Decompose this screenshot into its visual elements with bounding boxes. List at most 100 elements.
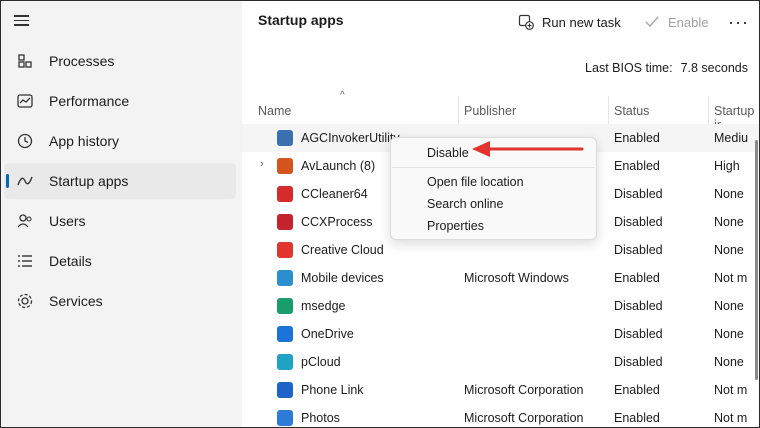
menu-item-search-online[interactable]: Search online (427, 197, 503, 211)
sort-ascending-icon[interactable]: ^ (340, 90, 345, 101)
row-startup-impact: Not m (714, 411, 748, 425)
row-name: Phone Link (301, 383, 364, 397)
row-name: msedge (301, 299, 346, 313)
app-icon (277, 270, 293, 286)
sidebar-item-label: Startup apps (49, 173, 129, 189)
row-publisher: Microsoft Corporation (464, 411, 584, 425)
row-status: Enabled (614, 271, 660, 285)
row-name: AvLaunch (8) (301, 159, 376, 173)
sidebar-item-details[interactable]: Details (4, 243, 236, 279)
row-startup-impact: None (714, 299, 744, 313)
startup-apps-icon (17, 176, 33, 186)
row-startup-impact: High (714, 159, 740, 173)
app-icon (277, 326, 293, 342)
annotation-arrow-icon (472, 141, 584, 157)
app-icon (277, 214, 293, 230)
app-icon (277, 158, 293, 174)
row-status: Disabled (614, 187, 663, 201)
app-icon (277, 410, 293, 426)
row-name: Photos (301, 411, 340, 425)
sidebar: Processes Performance App history Startu… (0, 0, 242, 428)
menu-item-properties[interactable]: Properties (427, 219, 484, 233)
row-startup-impact: Mediu (714, 131, 749, 145)
row-startup-impact: Not m (714, 383, 748, 397)
processes-icon (18, 54, 32, 68)
sidebar-item-label: Details (49, 253, 92, 269)
column-divider[interactable] (458, 96, 459, 124)
row-startup-impact: None (714, 327, 744, 341)
row-publisher: Microsoft Windows (464, 271, 569, 285)
more-options-button[interactable]: ··· (728, 10, 749, 34)
app-icon (277, 186, 293, 202)
sidebar-item-label: App history (49, 133, 120, 149)
row-startup-impact: None (714, 355, 744, 369)
sidebar-item-performance[interactable]: Performance (4, 83, 236, 119)
menu-item-open-file-location[interactable]: Open file location (427, 175, 524, 189)
run-task-icon (518, 14, 534, 30)
row-name: pCloud (301, 355, 341, 369)
users-icon (17, 214, 32, 228)
expand-chevron-icon[interactable]: › (260, 158, 264, 170)
row-publisher: Microsoft Corporation (464, 383, 584, 397)
sidebar-item-processes[interactable]: Processes (4, 43, 236, 79)
app-history-icon (17, 133, 33, 149)
row-startup-impact: None (714, 215, 744, 229)
enable-button[interactable]: Enable (644, 10, 708, 34)
menu-divider (392, 167, 595, 168)
row-name: CCleaner64 (301, 187, 368, 201)
table-header: ^ Name Publisher Status Startup ir (242, 90, 760, 132)
bios-value: 7.8 seconds (680, 61, 748, 75)
app-icon (277, 298, 293, 314)
enable-label: Enable (668, 14, 709, 30)
sidebar-item-label: Performance (49, 93, 130, 109)
column-divider[interactable] (608, 96, 609, 124)
row-status: Disabled (614, 299, 663, 313)
scrollbar[interactable] (755, 140, 758, 380)
hamburger-menu-icon[interactable] (14, 12, 34, 28)
details-icon (18, 255, 32, 267)
column-publisher[interactable]: Publisher (464, 104, 516, 118)
sidebar-item-app-history[interactable]: App history (4, 123, 236, 159)
page-title: Startup apps (258, 12, 344, 28)
column-divider[interactable] (708, 96, 709, 124)
row-startup-impact: None (714, 243, 744, 257)
services-icon (17, 293, 33, 309)
sidebar-item-users[interactable]: Users (4, 203, 236, 239)
row-name: CCXProcess (301, 215, 373, 229)
column-status[interactable]: Status (614, 104, 649, 118)
sidebar-item-services[interactable]: Services (4, 283, 236, 319)
run-new-task-button[interactable]: Run new task (518, 10, 621, 34)
row-status: Disabled (614, 327, 663, 341)
app-icon (277, 354, 293, 370)
row-startup-impact: None (714, 187, 744, 201)
table-row[interactable]: Mobile devices Microsoft Windows Enabled No… (242, 264, 760, 292)
table-row[interactable]: Creative Cloud Disabled None (242, 236, 760, 264)
row-name: Creative Cloud (301, 243, 384, 257)
row-status: Disabled (614, 355, 663, 369)
sidebar-item-startup-apps[interactable]: Startup apps (4, 163, 236, 199)
table-row[interactable]: Photos Microsoft Corporation Enabled Not m (242, 404, 760, 428)
table-row[interactable]: OneDrive Disabled None (242, 320, 760, 348)
table-row[interactable]: msedge Disabled None (242, 292, 760, 320)
table-row[interactable]: pCloud Disabled None (242, 348, 760, 376)
row-status: Disabled (614, 215, 663, 229)
row-status: Enabled (614, 383, 660, 397)
column-name[interactable]: Name (258, 104, 291, 118)
menu-item-disable[interactable]: Disable (427, 146, 469, 160)
row-status: Enabled (614, 411, 660, 425)
sidebar-item-label: Services (49, 293, 103, 309)
performance-icon (17, 94, 33, 108)
app-icon (277, 130, 293, 146)
row-name: OneDrive (301, 327, 354, 341)
row-name: Mobile devices (301, 271, 384, 285)
row-status: Disabled (614, 243, 663, 257)
bios-time: Last BIOS time: 7.8 seconds (585, 61, 748, 75)
row-status: Enabled (614, 131, 660, 145)
run-new-task-label: Run new task (542, 14, 621, 30)
sidebar-item-label: Users (49, 213, 86, 229)
row-startup-impact: Not m (714, 271, 748, 285)
checkmark-icon (645, 16, 659, 28)
table-row[interactable]: Phone Link Microsoft Corporation Enabled No… (242, 376, 760, 404)
bios-label: Last BIOS time: (585, 61, 673, 75)
row-status: Enabled (614, 159, 660, 173)
